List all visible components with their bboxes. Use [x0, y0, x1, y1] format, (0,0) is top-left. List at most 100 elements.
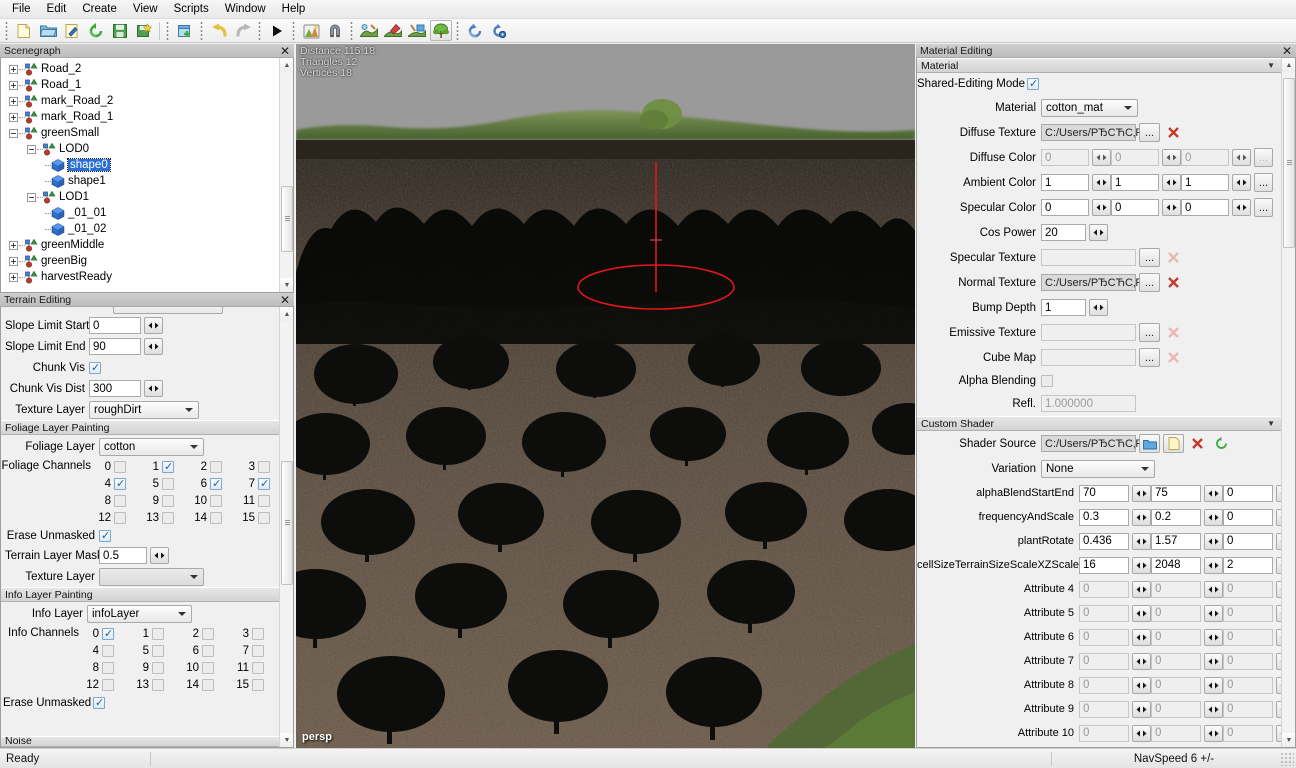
channel-checkbox-4[interactable]	[114, 477, 126, 490]
slope-limit-end-input[interactable]: 90	[89, 338, 141, 355]
shader-param-stepper-1[interactable]	[1204, 628, 1223, 646]
menu-item-window[interactable]: Window	[217, 1, 274, 17]
slope-limit-start-input[interactable]: 0	[89, 317, 141, 334]
shader-param-stepper-0[interactable]	[1132, 604, 1151, 622]
scroll-up-icon[interactable]: ▲	[280, 307, 293, 321]
foliage-section-header[interactable]: Foliage Layer Painting ▼	[1, 420, 293, 435]
menu-item-scripts[interactable]: Scripts	[166, 1, 217, 17]
menu-item-create[interactable]: Create	[74, 1, 125, 17]
shader-param-input-2[interactable]: 0	[1223, 580, 1273, 598]
shader-param-stepper-1[interactable]	[1204, 676, 1223, 694]
channel-checkbox-11[interactable]	[252, 661, 264, 674]
new-file-icon[interactable]	[13, 20, 35, 41]
tree-node[interactable]: _01_01	[3, 205, 293, 221]
ambient-color-row-stepper-1[interactable]	[1162, 174, 1181, 191]
channel-checkbox-14[interactable]	[202, 678, 214, 691]
save-icon[interactable]	[109, 20, 131, 41]
shader-new-icon[interactable]	[1163, 434, 1184, 453]
diffuse-texture-browse-button[interactable]: ...	[1139, 123, 1160, 142]
diffuse-color-row-input-0[interactable]: 0	[1041, 149, 1089, 166]
shader-param-input-2[interactable]: 0	[1223, 676, 1273, 694]
channel-checkbox-8[interactable]	[102, 661, 114, 674]
specular-color-row-input-0[interactable]: 0	[1041, 199, 1089, 216]
tree-node[interactable]: mark_Road_1	[3, 109, 293, 125]
close-icon[interactable]: ✕	[1282, 44, 1292, 58]
diffuse-color-row-input-2[interactable]: 0	[1181, 149, 1229, 166]
bump-depth-stepper[interactable]	[1089, 299, 1108, 316]
specular-color-row-stepper-1[interactable]	[1162, 199, 1181, 216]
shader-param-stepper-1[interactable]	[1204, 484, 1223, 502]
play-icon[interactable]	[266, 20, 288, 41]
terrain-layer-mask-stepper[interactable]	[150, 547, 169, 564]
toolbar-grip[interactable]	[291, 21, 297, 40]
channel-checkbox-3[interactable]	[258, 460, 270, 473]
diffuse-color-row-stepper-1[interactable]	[1162, 149, 1181, 166]
info-erase-unmasked-checkbox[interactable]	[93, 696, 105, 709]
channel-checkbox-0[interactable]	[114, 460, 126, 473]
material-section-header[interactable]: Material ▼	[917, 58, 1295, 73]
shader-param-stepper-1[interactable]	[1204, 724, 1223, 742]
cube-map-browse-button[interactable]: ...	[1139, 348, 1160, 367]
channel-checkbox-5[interactable]	[152, 644, 164, 657]
shader-reload-icon[interactable]	[1211, 434, 1232, 453]
toolbar-grip[interactable]	[4, 21, 10, 40]
toolbar-grip[interactable]	[455, 21, 461, 40]
tree-node[interactable]: Road_1	[3, 77, 293, 93]
resize-grip-icon[interactable]	[1280, 752, 1294, 766]
redo-icon[interactable]	[232, 20, 254, 41]
cos-power-stepper[interactable]	[1089, 224, 1108, 241]
scroll-up-icon[interactable]: ▲	[280, 58, 293, 72]
specular-color-row-picker-button[interactable]: ...	[1254, 198, 1273, 217]
new-window-icon[interactable]	[174, 20, 196, 41]
channel-checkbox-9[interactable]	[162, 494, 174, 507]
channel-checkbox-8[interactable]	[114, 494, 126, 507]
tree-expander-icon[interactable]	[9, 96, 18, 106]
emissive-texture-clear-icon[interactable]	[1163, 323, 1184, 342]
shader-param-input-2[interactable]: 0	[1223, 484, 1273, 502]
home-scene-icon[interactable]	[300, 20, 322, 41]
shader-param-input-1[interactable]: 0	[1151, 628, 1201, 646]
shader-param-input-1[interactable]: 0	[1151, 724, 1201, 742]
shader-param-input-1[interactable]: 1.57	[1151, 532, 1201, 550]
shader-param-input-2[interactable]: 2	[1223, 556, 1273, 574]
channel-checkbox-11[interactable]	[258, 494, 270, 507]
scroll-down-icon[interactable]: ▼	[1282, 733, 1295, 747]
shader-param-input-2[interactable]: 0	[1223, 604, 1273, 622]
terrain-panel-scrollbar[interactable]: ▲ ▼	[279, 307, 293, 747]
shader-param-input-0[interactable]: 0.3	[1079, 508, 1129, 526]
shader-param-input-2[interactable]: 0	[1223, 700, 1273, 718]
tree-node[interactable]: greenMiddle	[3, 237, 293, 253]
shader-param-stepper-1[interactable]	[1204, 580, 1223, 598]
channel-checkbox-4[interactable]	[102, 644, 114, 657]
specular-color-row-input-1[interactable]: 0	[1111, 199, 1159, 216]
refresh-icon[interactable]	[85, 20, 107, 41]
channel-checkbox-10[interactable]	[210, 494, 222, 507]
shader-param-stepper-0[interactable]	[1132, 700, 1151, 718]
info-layer-section-header[interactable]: Info Layer Painting ▼	[1, 587, 293, 602]
tree-node[interactable]: shape1	[3, 173, 293, 189]
terrain-layer-mask-input[interactable]: 0.5	[99, 547, 147, 564]
shader-param-input-1[interactable]: 75	[1151, 484, 1201, 502]
shader-param-input-2[interactable]: 0	[1223, 508, 1273, 526]
edit-document-icon[interactable]	[61, 20, 83, 41]
menu-item-help[interactable]: Help	[274, 1, 314, 17]
undo-icon[interactable]	[208, 20, 230, 41]
tree-expander-icon[interactable]	[9, 64, 18, 74]
scenegraph-scrollbar[interactable]: ▲ ▼	[279, 58, 293, 292]
cube-map-input[interactable]	[1041, 349, 1136, 366]
menu-item-edit[interactable]: Edit	[39, 1, 75, 17]
tree-node[interactable]: Road_2	[3, 61, 293, 77]
channel-checkbox-15[interactable]	[258, 511, 270, 524]
channel-checkbox-6[interactable]	[210, 477, 222, 490]
diffuse-color-row-stepper-0[interactable]	[1092, 149, 1111, 166]
shader-param-input-1[interactable]: 0	[1151, 652, 1201, 670]
tree-node[interactable]: greenBig	[3, 253, 293, 269]
toolbar-grip[interactable]	[165, 21, 171, 40]
ambient-color-row-stepper-2[interactable]	[1232, 174, 1251, 191]
shader-param-input-1[interactable]: 0	[1151, 604, 1201, 622]
channel-checkbox-0[interactable]	[102, 627, 114, 640]
ambient-color-row-picker-button[interactable]: ...	[1254, 173, 1273, 192]
shader-param-input-0[interactable]: 0	[1079, 652, 1129, 670]
scrollbar-thumb[interactable]	[281, 461, 293, 585]
specular-texture-browse-button[interactable]: ...	[1139, 248, 1160, 267]
